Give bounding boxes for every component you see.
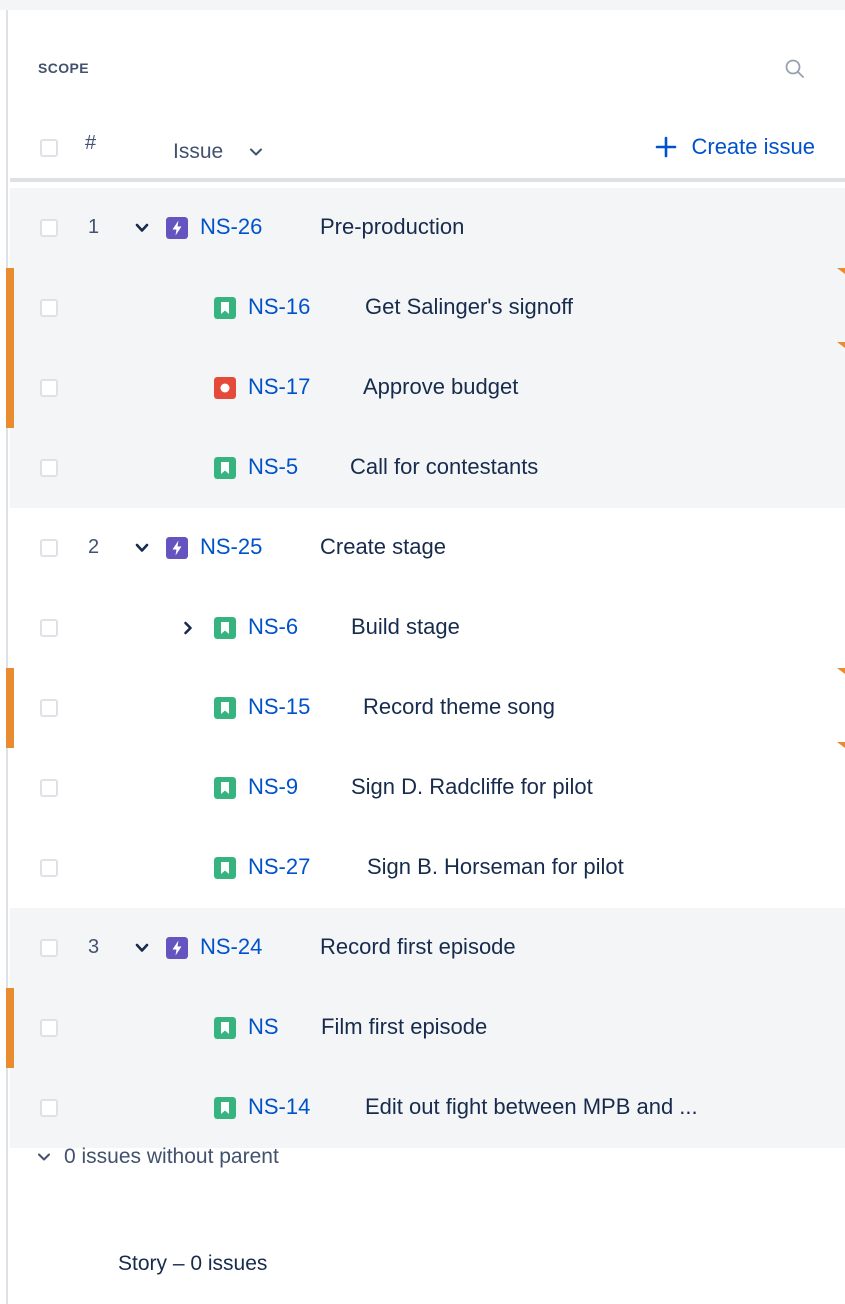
- issue-summary[interactable]: Create stage: [320, 534, 446, 560]
- story-group-label: Story – 0 issues: [118, 1252, 268, 1275]
- row-rank: 2: [88, 536, 100, 558]
- panel-left-border: [6, 10, 8, 1304]
- table-row[interactable]: NS-17 Approve budget: [6, 348, 845, 428]
- table-row[interactable]: NS-9 Sign D. Radcliffe for pilot: [10, 748, 845, 828]
- issue-summary[interactable]: Film first episode: [321, 1014, 487, 1040]
- table-row[interactable]: NS Film first episode: [6, 988, 845, 1068]
- issue-key-link[interactable]: NS-9: [248, 774, 298, 800]
- row-checkbox[interactable]: [40, 299, 58, 317]
- issue-key-link[interactable]: NS-17: [248, 374, 310, 400]
- row-checkbox[interactable]: [40, 859, 58, 877]
- issue-key-link[interactable]: NS-25: [200, 534, 262, 560]
- issues-without-parent-toggle[interactable]: 0 issues without parent: [36, 1145, 279, 1169]
- row-checkbox[interactable]: [40, 699, 58, 717]
- create-issue-button[interactable]: Create issue: [655, 134, 815, 160]
- bug-icon: [214, 377, 236, 399]
- chevron-right-icon[interactable]: [180, 620, 196, 636]
- issue-summary[interactable]: Record first episode: [320, 934, 516, 960]
- row-checkbox[interactable]: [40, 779, 58, 797]
- issue-summary[interactable]: Sign D. Radcliffe for pilot: [351, 774, 593, 800]
- epic-icon: [166, 937, 188, 959]
- story-icon: [214, 297, 236, 319]
- issue-key-link[interactable]: NS: [248, 1014, 279, 1040]
- story-icon: [214, 1097, 236, 1119]
- chevron-down-icon[interactable]: [134, 220, 150, 236]
- issue-key-link[interactable]: NS-5: [248, 454, 298, 480]
- table-row[interactable]: 2 NS-25 Create stage: [10, 508, 845, 588]
- top-strip: [0, 0, 845, 10]
- issue-key-link[interactable]: NS-6: [248, 614, 298, 640]
- row-checkbox[interactable]: [40, 379, 58, 397]
- issue-summary[interactable]: Build stage: [351, 614, 460, 640]
- issue-summary[interactable]: Pre-production: [320, 214, 464, 240]
- issue-key-link[interactable]: NS-14: [248, 1094, 310, 1120]
- issue-summary[interactable]: Record theme song: [363, 694, 555, 720]
- chevron-down-icon[interactable]: [248, 144, 264, 160]
- table-row[interactable]: NS-16 Get Salinger's signoff: [6, 268, 845, 348]
- header-divider: [10, 178, 845, 182]
- row-checkbox[interactable]: [40, 619, 58, 637]
- table-row[interactable]: NS-5 Call for contestants: [10, 428, 845, 508]
- table-row[interactable]: NS-15 Record theme song: [6, 668, 845, 748]
- story-icon: [214, 777, 236, 799]
- epic-icon: [166, 217, 188, 239]
- table-row[interactable]: 1 NS-26 Pre-production: [10, 188, 845, 268]
- search-icon[interactable]: [784, 58, 806, 80]
- issue-key-link[interactable]: NS-15: [248, 694, 310, 720]
- story-icon: [214, 617, 236, 639]
- table-row[interactable]: NS-14 Edit out fight between MPB and ...: [10, 1068, 845, 1148]
- issue-key-link[interactable]: NS-16: [248, 294, 310, 320]
- issue-key-link[interactable]: NS-26: [200, 214, 262, 240]
- story-icon: [214, 857, 236, 879]
- table-row[interactable]: 3 NS-24 Record first episode: [10, 908, 845, 988]
- story-icon: [214, 457, 236, 479]
- issue-column-header[interactable]: Issue: [173, 140, 223, 164]
- row-checkbox[interactable]: [40, 1099, 58, 1117]
- row-checkbox[interactable]: [40, 939, 58, 957]
- rank-column-header: #: [85, 132, 97, 154]
- issue-key-link[interactable]: NS-24: [200, 934, 262, 960]
- scope-title: SCOPE: [38, 60, 90, 76]
- chevron-down-icon[interactable]: [134, 540, 150, 556]
- issues-without-parent-label: 0 issues without parent: [64, 1145, 279, 1168]
- row-checkbox[interactable]: [40, 1019, 58, 1037]
- issue-summary[interactable]: Get Salinger's signoff: [365, 294, 573, 320]
- chevron-down-icon[interactable]: [134, 940, 150, 956]
- flag-marker-icon: [837, 668, 845, 674]
- row-checkbox[interactable]: [40, 459, 58, 477]
- story-icon: [214, 697, 236, 719]
- issue-key-link[interactable]: NS-27: [248, 854, 310, 880]
- issue-summary[interactable]: Edit out fight between MPB and ...: [365, 1094, 698, 1120]
- row-checkbox[interactable]: [40, 539, 58, 557]
- plus-icon: [656, 136, 677, 158]
- column-header: # Issue Create issue: [10, 126, 845, 176]
- issue-summary[interactable]: Call for contestants: [350, 454, 538, 480]
- row-rank: 3: [88, 936, 100, 958]
- flag-marker-icon: [837, 268, 845, 274]
- issue-list: 1 NS-26 Pre-production NS-16 Get Salinge…: [6, 188, 845, 1148]
- table-row[interactable]: NS-27 Sign B. Horseman for pilot: [10, 828, 845, 908]
- select-all-checkbox[interactable]: [40, 139, 58, 157]
- chevron-down-icon: [38, 1153, 50, 1161]
- issue-summary[interactable]: Approve budget: [363, 374, 518, 400]
- issue-summary[interactable]: Sign B. Horseman for pilot: [367, 854, 624, 880]
- create-issue-label: Create issue: [691, 134, 815, 159]
- table-row[interactable]: NS-6 Build stage: [10, 588, 845, 668]
- row-rank: 1: [88, 216, 100, 238]
- story-icon: [214, 1017, 236, 1039]
- row-checkbox[interactable]: [40, 219, 58, 237]
- epic-icon: [166, 537, 188, 559]
